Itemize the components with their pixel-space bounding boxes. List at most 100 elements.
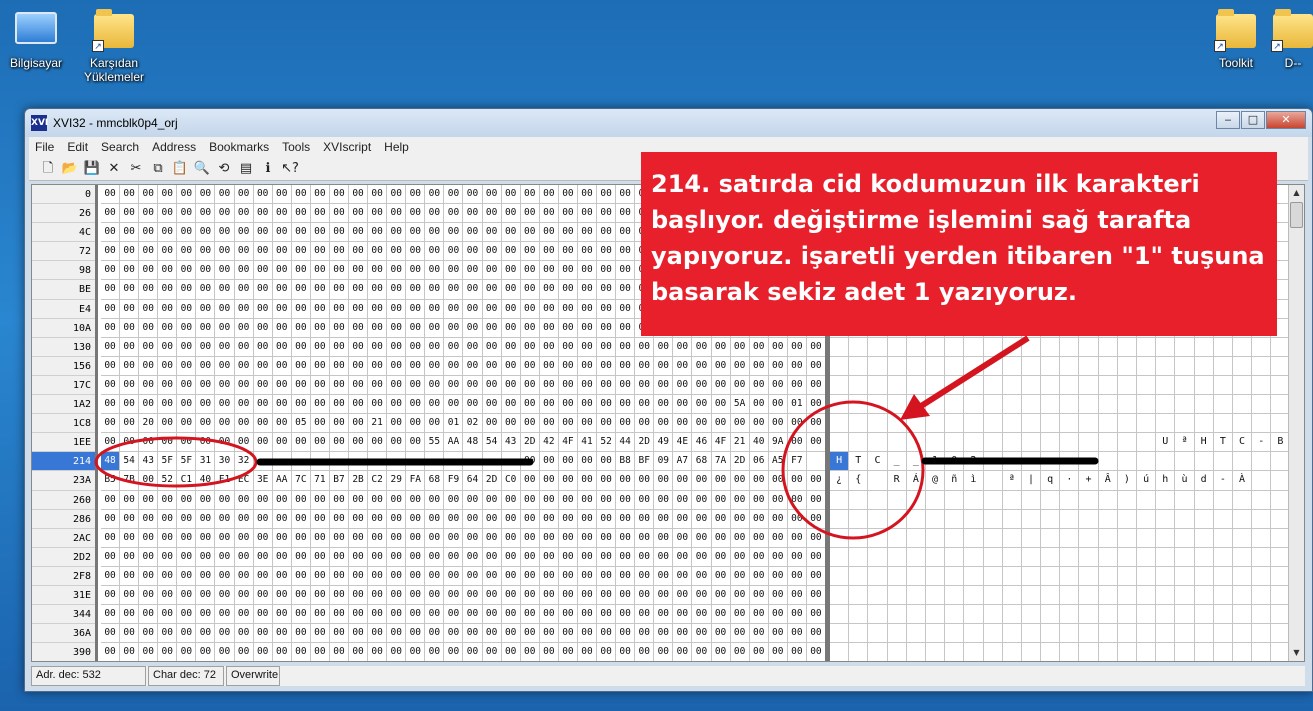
hex-cell[interactable]: 00 (577, 566, 598, 586)
hex-cell[interactable]: 00 (406, 395, 426, 415)
hex-cell[interactable]: 00 (291, 624, 311, 644)
hex-cell[interactable]: 00 (291, 337, 311, 357)
hex-cell[interactable]: 71 (310, 471, 330, 491)
hex-cell[interactable]: 00 (120, 204, 140, 224)
text-cell[interactable] (1175, 490, 1195, 510)
hex-cell[interactable]: 00 (139, 185, 159, 205)
hex-cell[interactable]: 00 (444, 223, 464, 243)
hex-cell[interactable]: 00 (444, 528, 464, 548)
hex-cell[interactable]: 00 (291, 223, 311, 243)
text-cell[interactable] (1156, 509, 1176, 529)
hex-cell[interactable]: 00 (577, 585, 598, 606)
text-cell[interactable] (925, 566, 946, 586)
hex-cell[interactable]: 00 (501, 528, 521, 548)
hex-cell[interactable]: 00 (349, 605, 369, 625)
text-cell[interactable] (925, 528, 946, 548)
hex-cell[interactable]: 00 (387, 414, 407, 434)
hex-cell[interactable]: 00 (597, 204, 617, 224)
text-cell[interactable] (887, 490, 907, 510)
text-cell[interactable] (1232, 605, 1253, 625)
hex-cell[interactable]: 00 (501, 185, 521, 205)
hex-cell[interactable]: 00 (139, 490, 159, 510)
hex-cell[interactable]: 00 (730, 375, 750, 396)
text-cell[interactable] (906, 395, 926, 415)
hex-cell[interactable]: 00 (177, 318, 197, 338)
hex-cell[interactable]: 00 (196, 528, 216, 548)
hex-cell[interactable]: 68 (692, 452, 712, 472)
text-cell[interactable] (945, 624, 965, 644)
hex-cell[interactable]: 00 (406, 185, 426, 205)
hex-cell[interactable]: 00 (158, 509, 178, 529)
hex-cell[interactable] (368, 452, 388, 472)
hex-cell[interactable]: 00 (425, 356, 445, 376)
hex-cell[interactable]: 00 (425, 605, 445, 625)
text-cell[interactable] (849, 490, 869, 510)
hex-cell[interactable] (310, 452, 330, 472)
text-cell[interactable] (1213, 356, 1233, 376)
hex-cell[interactable]: 00 (368, 547, 388, 567)
text-cell[interactable] (1213, 337, 1233, 357)
hex-cell[interactable]: 40 (749, 433, 769, 453)
hex-cell[interactable]: 00 (177, 299, 197, 319)
hex-cell[interactable]: 00 (368, 337, 388, 357)
hex-cell[interactable]: 00 (482, 414, 502, 434)
text-cell[interactable] (1079, 433, 1099, 453)
hex-cell[interactable]: 00 (215, 261, 235, 281)
text-cell[interactable]: H (830, 452, 850, 472)
text-cell[interactable] (1137, 414, 1157, 434)
hex-cell[interactable]: 00 (520, 547, 540, 567)
hex-cell[interactable]: 00 (692, 605, 712, 625)
hex-cell[interactable]: 00 (291, 605, 311, 625)
hex-cell[interactable]: 00 (215, 375, 235, 396)
text-cell[interactable] (1137, 490, 1157, 510)
hex-cell[interactable]: 00 (120, 528, 140, 548)
hex-cell[interactable]: 00 (368, 280, 388, 300)
hex-cell[interactable]: 00 (463, 624, 483, 644)
text-cell[interactable] (1060, 643, 1080, 661)
hex-cell[interactable]: 00 (635, 356, 655, 376)
text-cell[interactable] (1021, 356, 1042, 376)
hex-cell[interactable] (501, 452, 521, 472)
hex-cell[interactable]: 00 (425, 490, 445, 510)
hex-cell[interactable]: 00 (749, 547, 769, 567)
hex-cell[interactable]: 00 (120, 414, 140, 434)
text-cell[interactable] (1232, 337, 1253, 357)
hex-cell[interactable]: 00 (749, 509, 769, 529)
hex-cell[interactable]: 00 (406, 280, 426, 300)
text-cell[interactable]: ú (1137, 471, 1157, 491)
text-cell[interactable] (1060, 433, 1080, 453)
text-cell[interactable] (964, 509, 984, 529)
minimize-button[interactable]: ‒ (1216, 111, 1240, 129)
hex-cell[interactable]: 2B (349, 471, 369, 491)
hex-cell[interactable]: 00 (730, 471, 750, 491)
hex-cell[interactable]: 00 (577, 414, 598, 434)
text-cell[interactable] (830, 624, 850, 644)
text-cell[interactable] (945, 375, 965, 396)
hex-cell[interactable]: 00 (349, 280, 369, 300)
text-cell[interactable] (887, 528, 907, 548)
hex-cell[interactable]: 00 (406, 318, 426, 338)
text-cell[interactable] (868, 490, 888, 510)
hex-cell[interactable]: 7A (711, 452, 731, 472)
hex-cell[interactable]: 00 (539, 261, 559, 281)
text-cell[interactable] (1060, 414, 1080, 434)
hex-cell[interactable]: 00 (520, 395, 540, 415)
hex-cell[interactable]: 00 (196, 643, 216, 661)
text-cell[interactable] (1213, 490, 1233, 510)
hex-cell[interactable]: 00 (349, 566, 369, 586)
hex-cell[interactable]: 00 (749, 528, 769, 548)
hex-cell[interactable]: 00 (406, 242, 426, 262)
hex-cell[interactable]: 00 (635, 395, 655, 415)
hex-cell[interactable]: 41 (577, 433, 598, 453)
hex-cell[interactable]: 00 (101, 242, 121, 262)
hex-cell[interactable]: 00 (654, 585, 674, 606)
hex-cell[interactable]: 00 (120, 509, 140, 529)
text-cell[interactable] (887, 566, 907, 586)
hex-cell[interactable]: 64 (463, 471, 483, 491)
hex-cell[interactable]: 20 (139, 414, 159, 434)
text-cell[interactable] (1002, 509, 1022, 529)
hex-cell[interactable]: 00 (387, 280, 407, 300)
text-cell[interactable]: 0 (945, 452, 965, 472)
text-cell[interactable] (1232, 624, 1253, 644)
hex-cell[interactable]: 00 (139, 624, 159, 644)
